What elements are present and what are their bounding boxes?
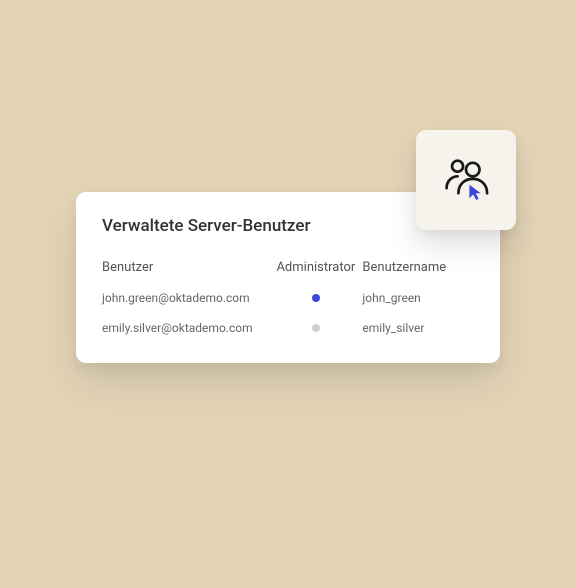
column-header-user: Benutzer (102, 260, 269, 275)
admin-indicator-active (312, 294, 320, 302)
column-header-username: Benutzername (362, 260, 474, 275)
table-cell-admin (269, 294, 362, 302)
table-cell-username: john_green (362, 291, 474, 305)
admin-indicator-inactive (312, 324, 320, 332)
table-cell-user: emily.silver@oktademo.com (102, 321, 269, 335)
column-header-admin: Administrator (269, 260, 362, 275)
table-cell-username: emily_silver (362, 321, 474, 335)
table-cell-admin (269, 324, 362, 332)
users-icon-tile (416, 130, 516, 230)
users-cursor-icon (439, 151, 493, 209)
users-table: Benutzer Administrator Benutzername john… (102, 260, 474, 335)
table-cell-user: john.green@oktademo.com (102, 291, 269, 305)
